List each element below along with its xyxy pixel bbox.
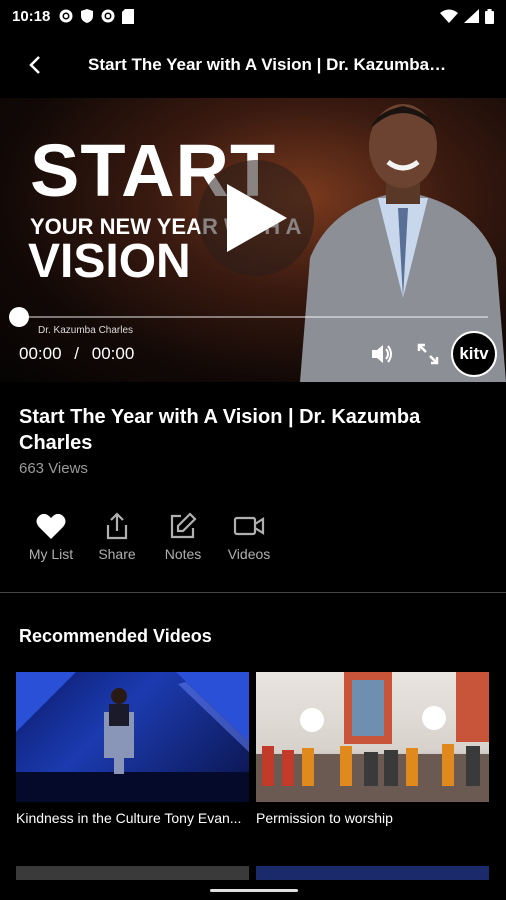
stage-image	[16, 672, 249, 802]
heart-icon	[36, 513, 66, 539]
time-display: 00:00 / 00:00	[19, 344, 134, 364]
share-button[interactable]: Share	[84, 510, 150, 562]
recommended-thumbnail-next-1[interactable]	[16, 866, 249, 880]
sd-card-icon	[122, 8, 135, 24]
status-time: 10:18	[12, 7, 51, 25]
recommended-thumbnail-kindness[interactable]	[16, 672, 249, 802]
volume-icon	[372, 345, 392, 363]
status-bar: 10:18	[0, 0, 506, 32]
share-label: Share	[98, 546, 136, 562]
page-title: Start The Year with A Vision | Dr. Kazum…	[88, 55, 448, 74]
back-button[interactable]	[10, 40, 60, 90]
home-gesture-handle[interactable]	[210, 889, 298, 892]
action-row: My List Share Notes Videos	[18, 510, 282, 562]
play-button[interactable]	[198, 160, 314, 276]
recommended-thumbnail-next-2[interactable]	[256, 866, 489, 880]
notes-button[interactable]: Notes	[150, 510, 216, 562]
channel-logo: kitv	[451, 331, 497, 377]
share-icon	[106, 512, 128, 540]
volume-button[interactable]	[368, 341, 396, 367]
top-app-bar: Start The Year with A Vision | Dr. Kazum…	[0, 32, 506, 98]
edit-note-icon	[170, 512, 197, 539]
recommended-heading: Recommended Videos	[19, 626, 212, 646]
view-count: 663 Views	[19, 460, 88, 477]
video-info: Start The Year with A Vision | Dr. Kazum…	[19, 404, 489, 477]
settings-gear-icon	[58, 8, 74, 24]
wifi-icon	[440, 9, 458, 23]
my-list-button[interactable]: My List	[18, 510, 84, 562]
recommended-caption-worship[interactable]: Permission to worship	[256, 810, 488, 826]
signal-icon	[464, 9, 479, 23]
video-title: Start The Year with A Vision | Dr. Kazum…	[19, 406, 421, 454]
videos-button[interactable]: Videos	[216, 510, 282, 562]
videos-label: Videos	[227, 546, 271, 562]
section-divider	[0, 592, 506, 593]
total-duration: 00:00	[91, 344, 135, 363]
thumbnail-text-vision: VISION	[28, 235, 191, 288]
video-player[interactable]: START YOUR NEW YEAR WITH A VISION Dr. Ka…	[0, 98, 506, 382]
seek-handle[interactable]	[9, 307, 29, 327]
recommended-thumbnail-worship[interactable]	[256, 672, 489, 802]
recommended-caption-kindness[interactable]: Kindness in the Culture Tony Evan...	[16, 810, 248, 826]
chevron-left-icon	[29, 56, 40, 74]
play-icon	[227, 184, 287, 252]
choir-image	[256, 672, 489, 802]
video-credit: Dr. Kazumba Charles	[38, 325, 134, 336]
notes-label: Notes	[164, 546, 202, 562]
video-camera-icon	[233, 516, 265, 536]
time-separator: /	[74, 344, 80, 363]
shield-icon	[80, 8, 94, 24]
settings-gear-icon-2	[100, 8, 116, 24]
battery-icon	[485, 8, 494, 24]
my-list-label: My List	[28, 546, 74, 562]
system-nav-bar	[0, 880, 506, 900]
seek-bar[interactable]	[9, 307, 488, 327]
expand-icon	[417, 343, 439, 365]
fullscreen-button[interactable]	[414, 341, 442, 367]
current-time: 00:00	[19, 344, 62, 363]
